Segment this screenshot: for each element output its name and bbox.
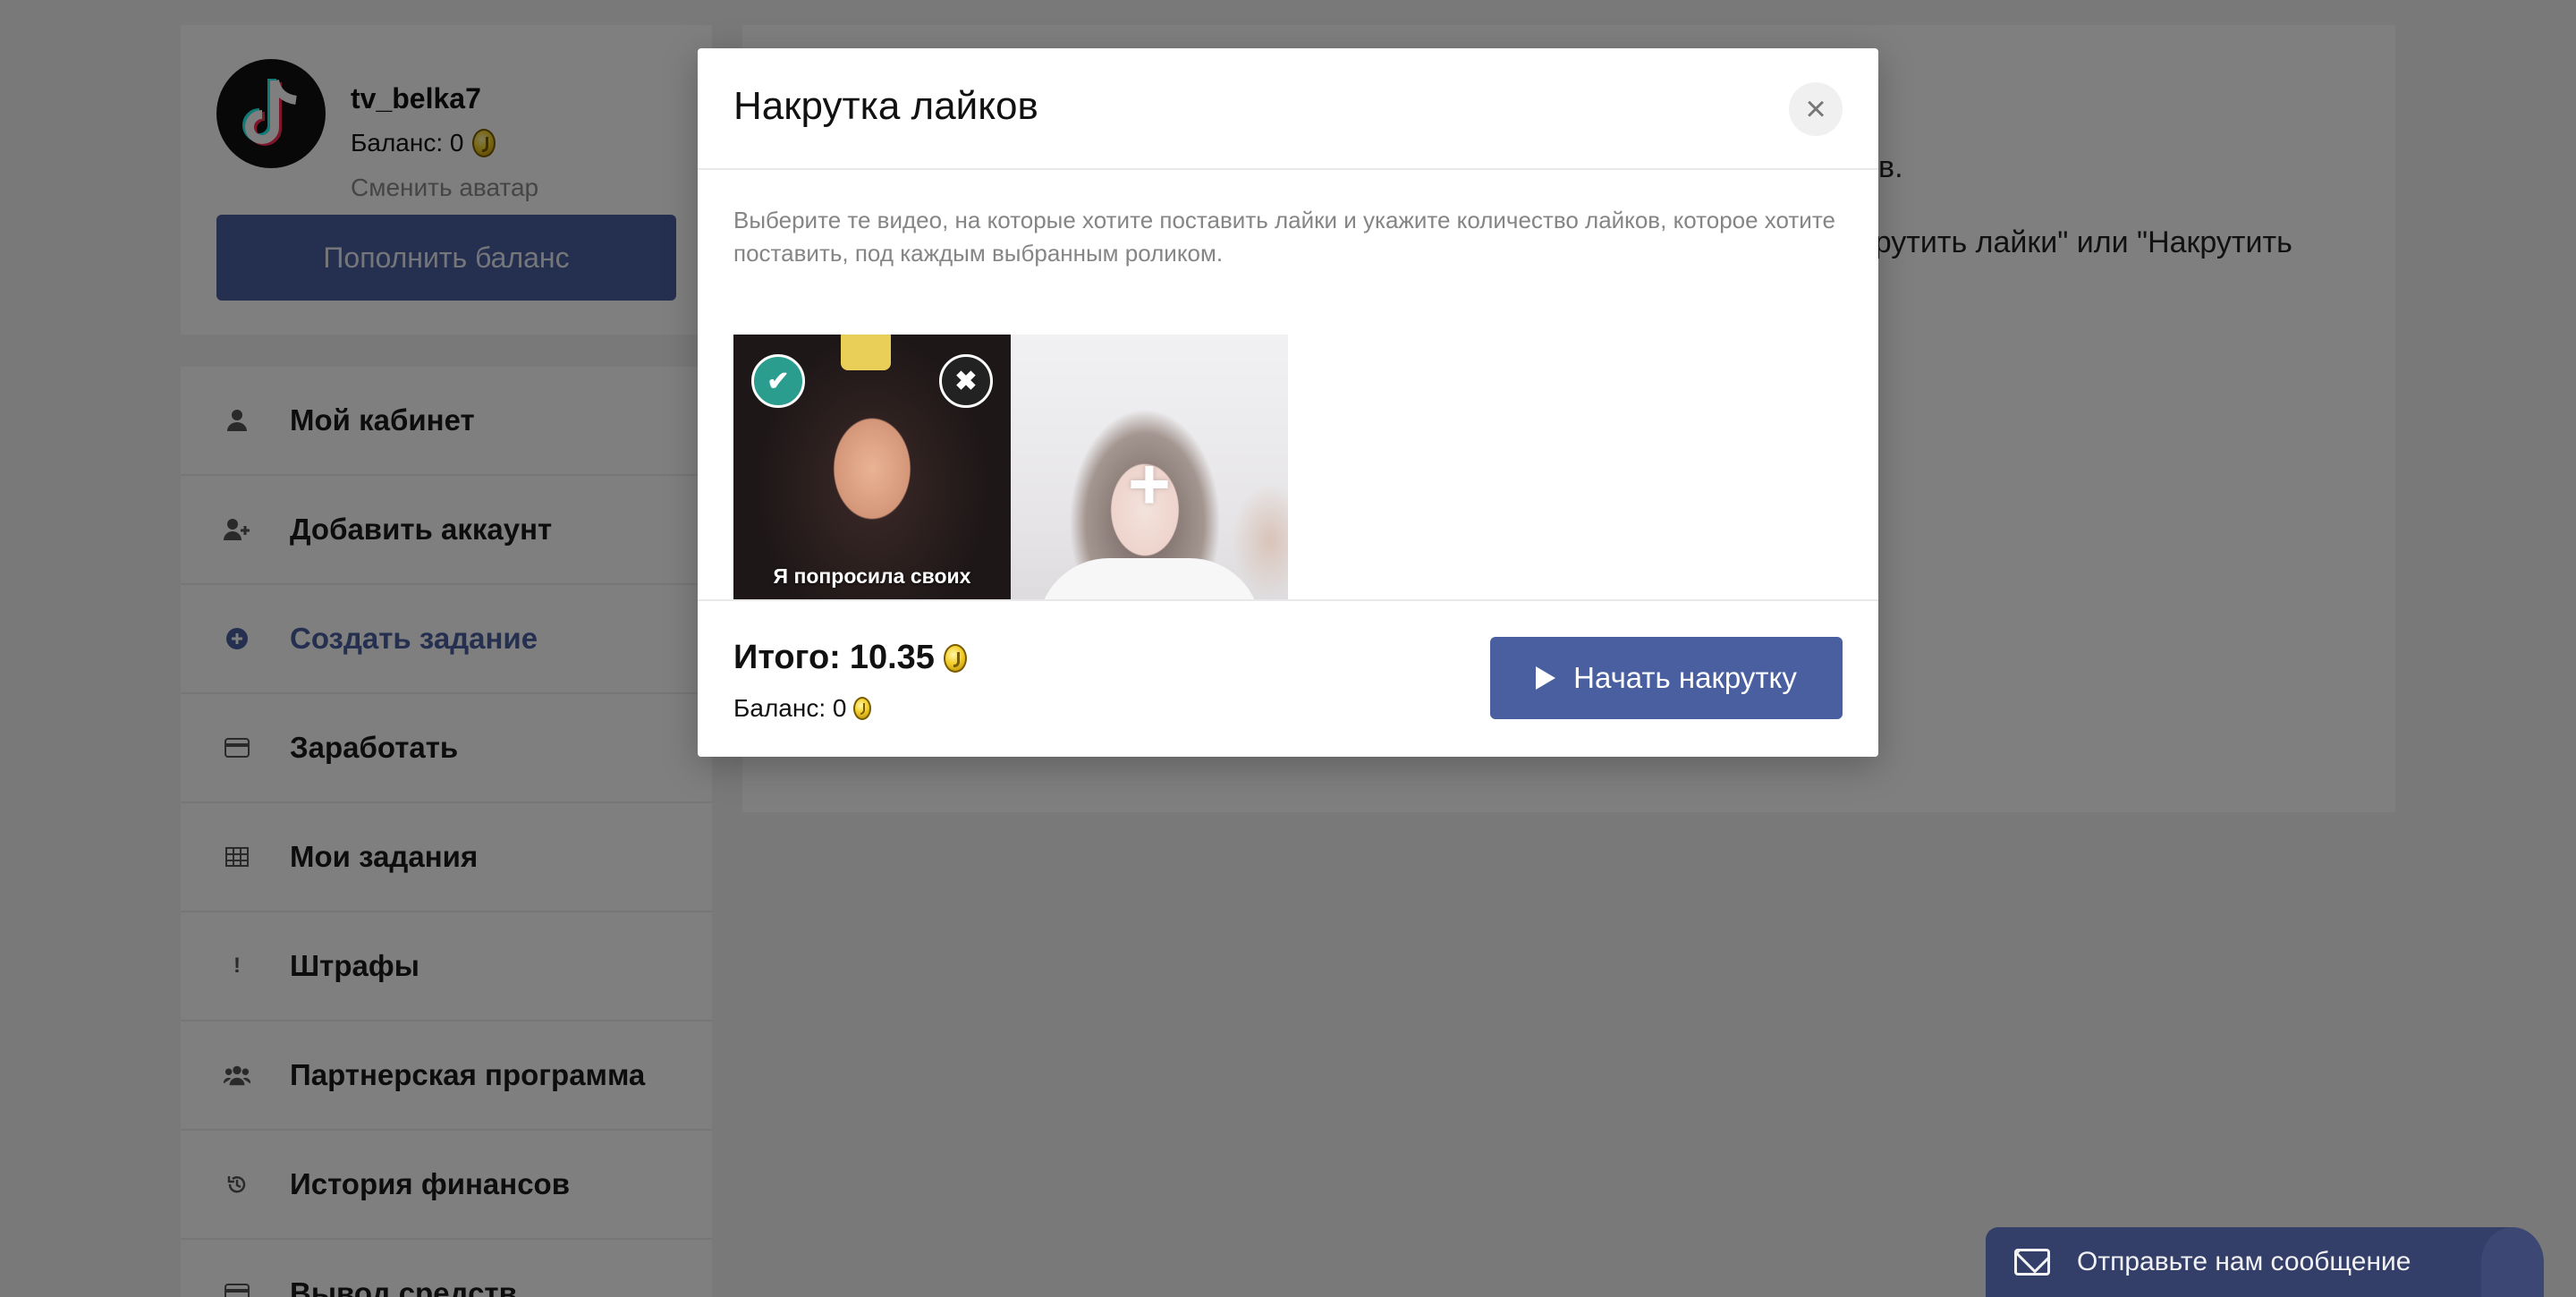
coin-icon	[943, 643, 967, 673]
start-boost-button[interactable]: Начать накрутку	[1490, 637, 1843, 719]
coin-icon	[853, 697, 872, 720]
modal-title: Накрутка лайков	[733, 84, 1038, 128]
footer-balance: Баланс: 0	[733, 694, 872, 723]
total-label: Итого:	[733, 639, 841, 676]
start-boost-label: Начать накрутку	[1573, 661, 1797, 694]
like-boost-modal: Накрутка лайков × Выберите те видео, на …	[698, 48, 1878, 757]
chat-label: Отправьте нам сообщение	[2077, 1247, 2411, 1276]
remove-icon[interactable]: ✖	[939, 354, 993, 408]
balance-text: Баланс: 0	[733, 694, 847, 722]
modal-body: Выберите те видео, на которые хотите пос…	[698, 170, 1878, 648]
mail-icon	[2014, 1249, 2050, 1276]
total-value: 10.35	[849, 639, 935, 676]
chat-avatar	[2481, 1227, 2544, 1297]
play-icon	[1536, 666, 1556, 690]
add-video-icon[interactable]: +	[1123, 447, 1176, 521]
close-icon: ×	[1805, 89, 1826, 129]
close-button[interactable]: ×	[1789, 82, 1843, 136]
total-display: Итого: 10.35	[733, 639, 967, 677]
thumbnail-decoration	[841, 335, 891, 370]
instructions-text: Выберите те видео, на которые хотите пос…	[733, 207, 1835, 267]
check-icon[interactable]: ✔	[751, 354, 805, 408]
modal-footer: Итого: 10.35 Баланс: 0 Начать накрутку	[698, 599, 1878, 757]
chat-widget[interactable]: Отправьте нам сообщение	[1986, 1227, 2544, 1297]
modal-header: Накрутка лайков ×	[698, 48, 1878, 170]
